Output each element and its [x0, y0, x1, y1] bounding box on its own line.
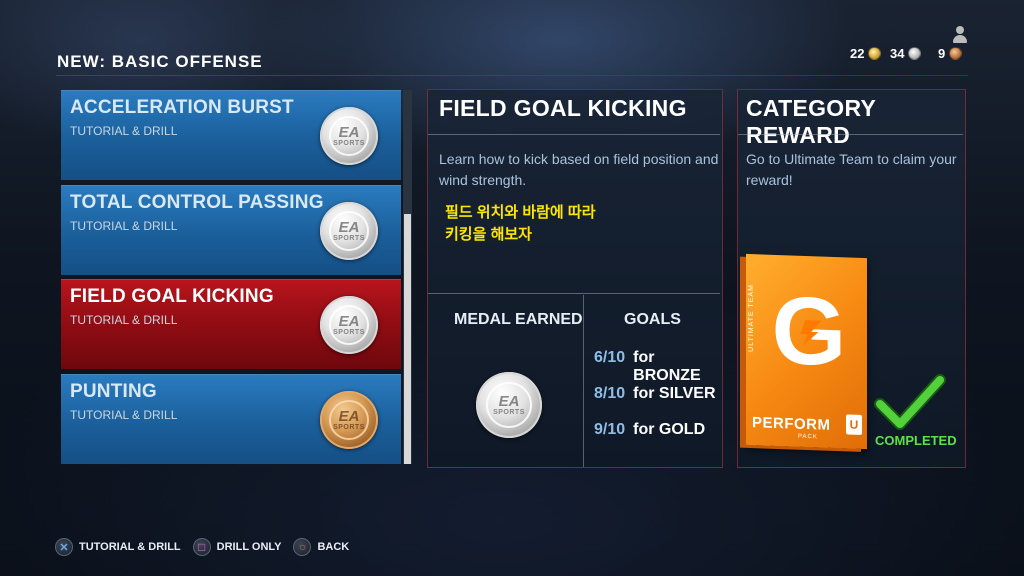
checkmark-icon [874, 374, 946, 430]
circle-button-icon: ○ [293, 538, 312, 556]
title-divider [56, 75, 968, 76]
silver-coin-icon [908, 47, 922, 60]
button-hints: ✕ TUTORIAL & DRILL □ DRILL ONLY ○ BACK [55, 538, 349, 556]
screen-title: NEW: BASIC OFFENSE [57, 52, 263, 71]
korean-subtitle: 필드 위치와 바람에 따라 키킹을 해보자 [445, 204, 596, 243]
earned-silver-medal-icon: EA SPORTS [476, 372, 542, 438]
goals-label: GOALS [624, 311, 681, 328]
goal-silver: 8/10 for SILVER [594, 385, 716, 402]
medal-earned-label: MEDAL EARNED [454, 311, 583, 328]
pack-name: PERFORM [752, 414, 831, 434]
goal-bronze: 6/10 for BRONZE [594, 349, 701, 384]
bronze-coin-icon [949, 47, 963, 60]
hint-tutorial-drill[interactable]: ✕ TUTORIAL & DRILL [55, 538, 181, 556]
cross-button-icon: ✕ [55, 538, 73, 556]
drill-item-total-control-passing[interactable]: TOTAL CONTROL PASSING TUTORIAL & DRILL E… [61, 185, 401, 275]
completed-status: COMPLETED [875, 433, 957, 448]
drill-name: PUNTING [70, 381, 157, 402]
goal-gold: 9/10 for GOLD [594, 421, 706, 438]
drill-item-punting[interactable]: PUNTING TUTORIAL & DRILL EA SPORTS [61, 374, 401, 464]
drill-name: FIELD GOAL KICKING [70, 286, 274, 307]
drill-subtitle: TUTORIAL & DRILL [70, 219, 178, 233]
silver-medal-icon: EA SPORTS [320, 107, 378, 165]
drill-item-acceleration-burst[interactable]: ACCELERATION BURST TUTORIAL & DRILL EA SP… [61, 90, 401, 180]
detail-section-divider [428, 293, 720, 294]
reward-title-divider [738, 134, 963, 135]
drill-subtitle: TUTORIAL & DRILL [70, 408, 178, 422]
perform-pack-card[interactable]: ULTIMATE TEAM G PERFORM PACK U [746, 253, 867, 450]
detail-title-divider [428, 134, 720, 135]
reward-title: CATEGORY REWARD [746, 95, 876, 148]
gold-coin-icon [868, 47, 882, 60]
drill-list: ACCELERATION BURST TUTORIAL & DRILL EA SP… [61, 90, 401, 464]
square-button-icon: □ [192, 538, 211, 556]
silver-medal-icon: EA SPORTS [320, 202, 378, 260]
drill-name: TOTAL CONTROL PASSING [70, 192, 324, 213]
silver-medal-icon: EA SPORTS [320, 296, 378, 354]
detail-title: FIELD GOAL KICKING [439, 95, 687, 121]
ultimate-team-badge: U [846, 414, 862, 435]
drill-name: ACCELERATION BURST [70, 97, 294, 118]
detail-description: Learn how to kick based on field positio… [439, 151, 719, 188]
silver-medal-count: 34 [890, 46, 922, 61]
profile-icon [953, 26, 967, 43]
bronze-medal-icon: EA SPORTS [320, 391, 378, 449]
detail-column-divider [583, 295, 584, 467]
scrollbar-thumb[interactable] [404, 214, 411, 464]
bronze-medal-count: 9 [938, 46, 963, 61]
hint-back[interactable]: ○ BACK [293, 538, 349, 556]
drill-detail-panel: FIELD GOAL KICKING Learn how to kick bas… [427, 89, 723, 468]
gold-medal-count: 22 [850, 46, 882, 61]
drill-item-field-goal-kicking[interactable]: FIELD GOAL KICKING TUTORIAL & DRILL EA SP… [61, 279, 401, 369]
reward-description: Go to Ultimate Team to claim your reward… [746, 151, 957, 188]
hint-drill-only[interactable]: □ DRILL ONLY [192, 538, 281, 556]
drill-subtitle: TUTORIAL & DRILL [70, 124, 178, 138]
drill-subtitle: TUTORIAL & DRILL [70, 313, 178, 327]
